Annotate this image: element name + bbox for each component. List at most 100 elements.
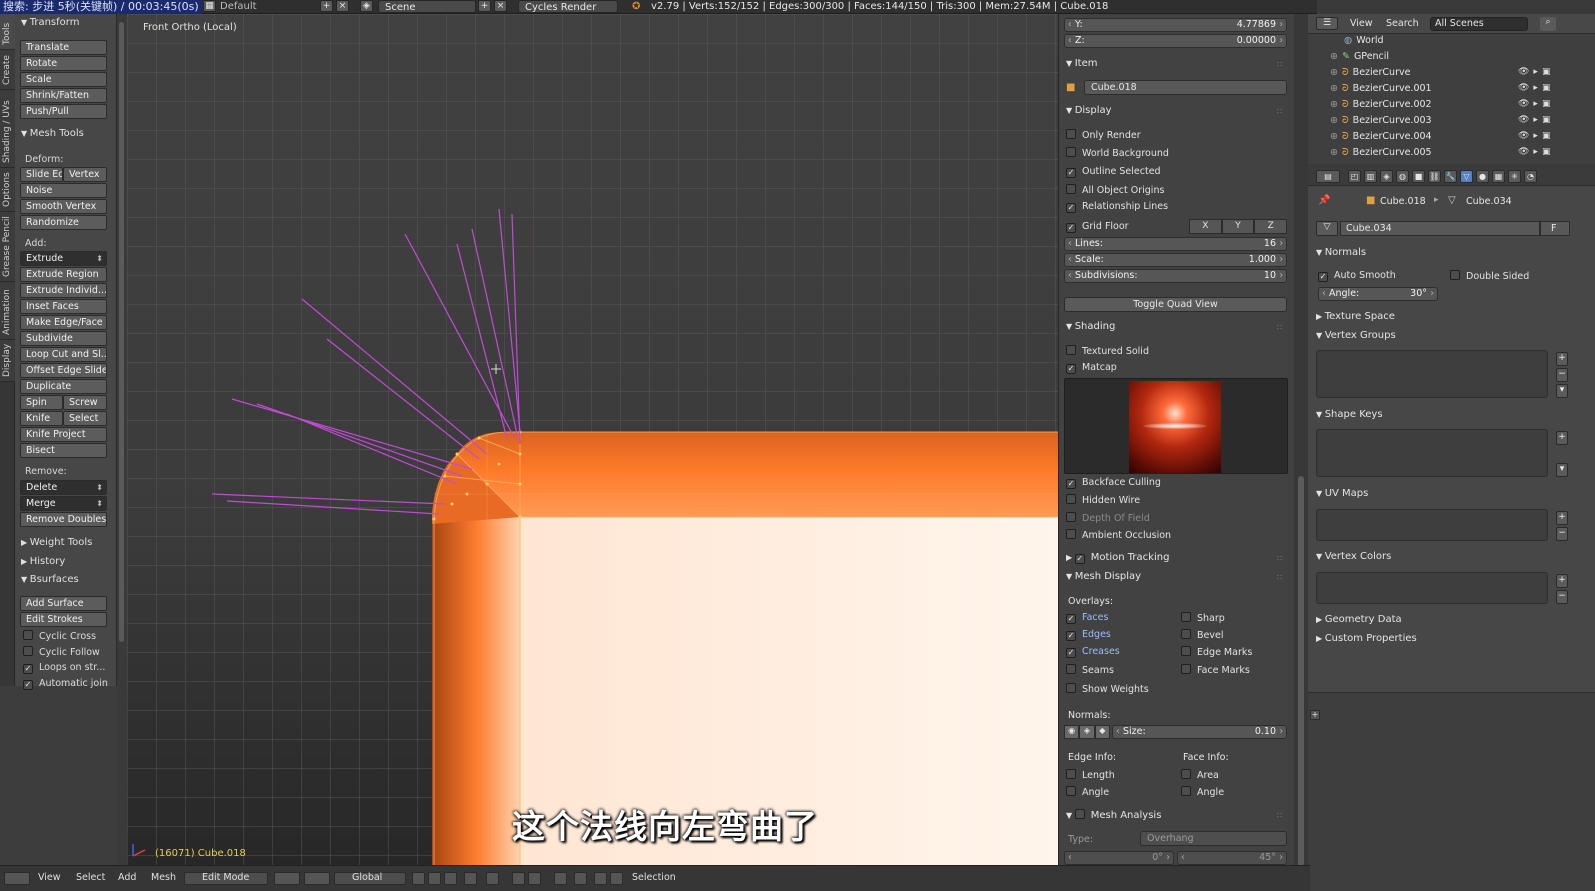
outliner-view-menu[interactable]: View xyxy=(1350,18,1373,29)
automatic-join-checkbox[interactable]: ✓ Automatic join xyxy=(23,678,108,690)
checkbox-box[interactable] xyxy=(1066,786,1076,796)
region-expand-icon[interactable]: + xyxy=(1310,710,1320,720)
bisect-button[interactable]: Bisect xyxy=(20,443,107,458)
checkbox-box[interactable] xyxy=(1066,664,1076,674)
panel-transform-header[interactable]: Transform xyxy=(21,17,80,28)
search-icon[interactable]: ⌕ xyxy=(1540,17,1556,31)
axis-z-toggle[interactable]: Z xyxy=(1254,219,1288,234)
add-vertex-color-icon[interactable]: + xyxy=(1556,574,1568,588)
analysis-type-select[interactable]: Overhang xyxy=(1140,831,1287,846)
3d-viewport[interactable]: Front Ortho (Local) (16071) Cube.018 xyxy=(127,14,1058,865)
extrude-individual-button[interactable]: Extrude Individ... xyxy=(20,283,107,298)
checkbox-box[interactable] xyxy=(23,630,33,640)
smooth-vertex-button[interactable]: Smooth Vertex xyxy=(20,199,107,214)
cyclic-cross-checkbox[interactable]: Cyclic Cross xyxy=(23,630,96,642)
particles-tab-icon[interactable]: ✳ xyxy=(1508,170,1521,183)
screen-layout-icon[interactable]: ▦ xyxy=(203,0,216,12)
add-scene-icon[interactable]: + xyxy=(478,0,491,12)
outliner-search-menu[interactable]: Search xyxy=(1386,18,1419,29)
tab-options[interactable]: Options xyxy=(0,168,15,212)
physics-tab-icon[interactable]: ◔ xyxy=(1524,170,1537,183)
tab-create[interactable]: Create xyxy=(0,50,15,90)
overlay-face-marks-checkbox[interactable]: Face Marks xyxy=(1181,664,1250,676)
expand-icon[interactable]: ⊕ xyxy=(1330,67,1338,78)
edge-length-checkbox[interactable]: Length xyxy=(1066,769,1115,781)
all-object-origins-checkbox[interactable]: All Object Origins xyxy=(1066,184,1164,196)
add-vertex-group-icon[interactable]: + xyxy=(1556,352,1568,366)
auto-smooth-angle-field[interactable]: Angle:30° xyxy=(1318,287,1438,301)
editor-type-icon[interactable]: ▤ xyxy=(1316,170,1340,183)
checkbox-box[interactable] xyxy=(1181,786,1191,796)
drag-grip-icon[interactable]: ∷ xyxy=(1277,811,1282,820)
shape-keys-list[interactable] xyxy=(1316,429,1548,477)
vertex-colors-list[interactable] xyxy=(1316,572,1548,604)
object-tab-icon[interactable]: ■ xyxy=(1412,170,1425,183)
edit-strokes-button[interactable]: Edit Strokes xyxy=(20,612,107,627)
snap-icon[interactable] xyxy=(512,872,525,885)
check-icon[interactable]: ✓ xyxy=(1066,223,1076,233)
double-sided-checkbox[interactable]: Double Sided xyxy=(1450,270,1529,282)
expand-icon[interactable]: ⊕ xyxy=(1330,99,1338,110)
face-select-icon[interactable] xyxy=(444,872,457,885)
view-menu[interactable]: View xyxy=(38,872,61,883)
screw-button[interactable]: Screw xyxy=(63,395,107,410)
slide-edge-button[interactable]: Slide Ed xyxy=(20,167,63,182)
panel-uv-maps-header[interactable]: UV Maps xyxy=(1316,488,1369,499)
scene-icon[interactable]: ◈ xyxy=(360,0,373,12)
panel-normals-header[interactable]: Normals xyxy=(1316,247,1366,258)
scene-selector[interactable]: Scene xyxy=(378,0,476,13)
tab-animation[interactable]: Animation xyxy=(0,282,15,340)
paste-icon[interactable] xyxy=(610,872,623,885)
overlay-edges-checkbox[interactable]: ✓ Edges xyxy=(1066,629,1111,641)
ambient-occlusion-checkbox[interactable]: Ambient Occlusion xyxy=(1066,529,1171,541)
remove-vertex-group-icon[interactable]: − xyxy=(1556,368,1568,382)
mesh-left-edge[interactable] xyxy=(432,514,522,865)
3d-cursor-icon[interactable] xyxy=(491,364,501,374)
inset-faces-button[interactable]: Inset Faces xyxy=(20,299,107,314)
shrink-fatten-button[interactable]: Shrink/Fatten xyxy=(20,88,107,103)
textured-solid-checkbox[interactable]: Textured Solid xyxy=(1066,345,1149,357)
panel-motion-tracking-header[interactable]: ✓Motion Tracking xyxy=(1066,552,1169,564)
checkbox-box[interactable] xyxy=(1181,646,1191,656)
knife-project-button[interactable]: Knife Project xyxy=(20,427,107,442)
visibility-toggles[interactable]: 👁▸▣ xyxy=(1518,131,1554,141)
checkbox-box[interactable] xyxy=(1450,270,1460,280)
grid-scale-field[interactable]: Scale:1.000 xyxy=(1064,253,1287,267)
offset-edge-slide-button[interactable]: Offset Edge Slide xyxy=(20,363,107,378)
checkbox-box[interactable] xyxy=(1181,612,1191,622)
merge-menu[interactable]: Merge xyxy=(20,496,107,511)
panel-vertex-colors-header[interactable]: Vertex Colors xyxy=(1316,551,1392,562)
remove-vertex-color-icon[interactable]: − xyxy=(1556,590,1568,604)
checkbox-box[interactable] xyxy=(23,646,33,656)
visibility-toggles[interactable]: 👁▸▣ xyxy=(1518,99,1554,109)
check-icon[interactable]: ✓ xyxy=(23,664,33,674)
tab-shading-uvs[interactable]: Shading / UVs xyxy=(0,90,15,168)
loop-cut-button[interactable]: Loop Cut and Sl... xyxy=(20,347,107,362)
checkbox-box[interactable] xyxy=(1181,769,1191,779)
mesh-top-edge[interactable] xyxy=(457,432,1058,517)
checkbox-box[interactable] xyxy=(1066,494,1076,504)
check-icon[interactable]: ✓ xyxy=(1318,272,1328,282)
depth-of-field-checkbox[interactable]: Depth Of Field xyxy=(1066,512,1150,524)
checkbox-box[interactable] xyxy=(1066,529,1076,539)
visibility-toggles[interactable]: 👁▸▣ xyxy=(1518,115,1554,125)
face-angle-checkbox[interactable]: Angle xyxy=(1181,786,1224,798)
panel-weight-tools-header[interactable]: Weight Tools xyxy=(21,537,93,548)
editor-type-icon[interactable] xyxy=(4,872,30,885)
location-y-field[interactable]: Y:4.77869 xyxy=(1064,18,1287,32)
vertex-slide-button[interactable]: Vertex xyxy=(63,167,107,182)
normal-size-field[interactable]: Size:0.10 xyxy=(1112,725,1287,739)
overlay-edge-marks-checkbox[interactable]: Edge Marks xyxy=(1181,646,1252,658)
knife-select-button[interactable]: Select xyxy=(63,411,107,426)
checkbox-box[interactable] xyxy=(1181,629,1191,639)
outliner-item-beziercurve-004[interactable]: ⊕ ᘐ BezierCurve.004 xyxy=(1330,131,1432,142)
display-mode-select[interactable]: All Scenes xyxy=(1430,17,1528,31)
outliner-item-beziercurve-005[interactable]: ⊕ ᘐ BezierCurve.005 xyxy=(1330,147,1432,158)
remove-doubles-button[interactable]: Remove Doubles xyxy=(20,512,107,527)
face-normal-icon[interactable]: ◆ xyxy=(1094,725,1110,739)
panel-vertex-groups-header[interactable]: Vertex Groups xyxy=(1316,330,1396,341)
properties-region-scrollbar[interactable] xyxy=(1294,14,1308,866)
vertex-select-icon[interactable] xyxy=(412,872,425,885)
check-icon[interactable]: ✓ xyxy=(1066,168,1076,178)
outliner-item-beziercurve-002[interactable]: ⊕ ᘐ BezierCurve.002 xyxy=(1330,99,1432,110)
